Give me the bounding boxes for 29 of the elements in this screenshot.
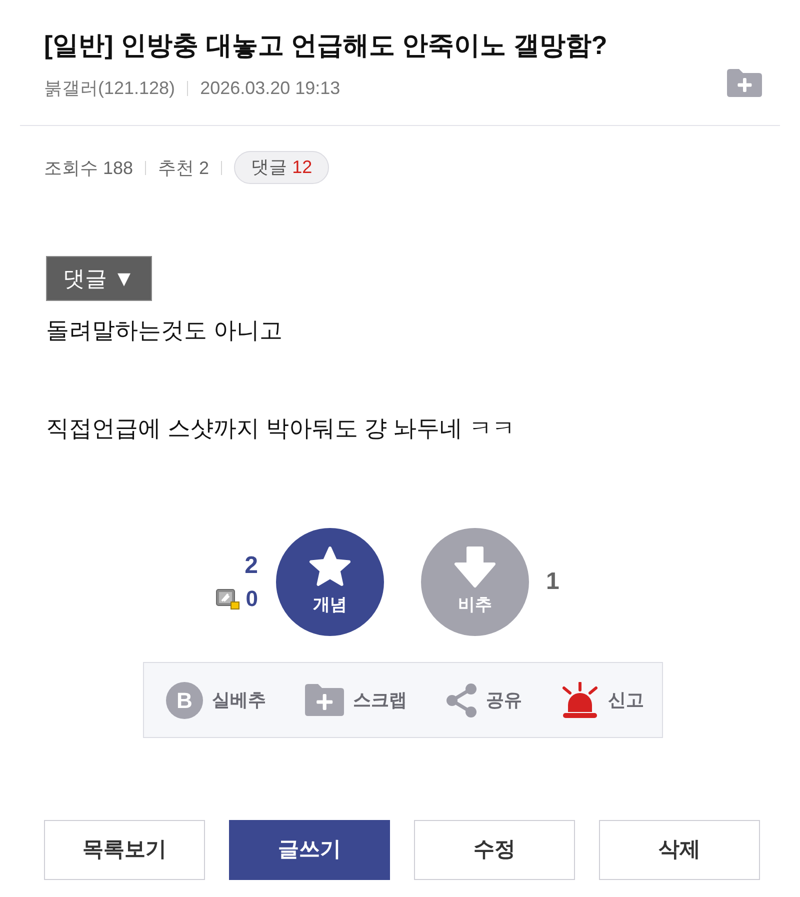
author-name: 붉갤러(121.128) (44, 77, 176, 100)
siren-icon (561, 682, 599, 718)
fixed-upvote-count: 0 (246, 585, 258, 613)
scrap-button[interactable]: 스크랩 (305, 684, 407, 716)
best-button[interactable]: B 실베추 (166, 682, 266, 718)
write-button[interactable]: 글쓰기 (229, 820, 390, 880)
body-text: 돌려말하는것도 아니고 (46, 316, 282, 345)
comment-toggle-button[interactable]: 댓글 ▼ (46, 256, 152, 301)
share-button[interactable]: 공유 (446, 682, 522, 718)
down-arrow-icon (454, 546, 496, 588)
action-button[interactable]: 목록보기 (44, 820, 205, 880)
share-icon (446, 682, 477, 718)
folder-plus-icon (305, 684, 344, 716)
upvote-count: 2 (244, 551, 258, 581)
action-button[interactable]: 삭제 (599, 820, 760, 880)
letter-b-icon: B (166, 682, 203, 718)
recommend-count: 추천 2 (158, 156, 210, 180)
body-text: 직접언급에 스샷까지 박아둬도 걍 놔두네 ㅋㅋ (46, 414, 515, 443)
view-count: 조회수 188 (44, 156, 134, 180)
report-button[interactable]: 신고 (561, 682, 644, 718)
star-icon (308, 546, 352, 588)
comment-count-button[interactable]: 댓글 12 (234, 151, 330, 184)
upvote-button[interactable]: 개념 (276, 528, 384, 636)
downvote-count: 1 (546, 567, 560, 597)
post-date: 2026.03.20 19:13 (200, 77, 340, 100)
folder-plus-icon[interactable] (727, 69, 762, 97)
post-title: [일반] 인방충 대놓고 언급해도 안죽이노 갤망함? (44, 29, 608, 62)
action-button[interactable]: 수정 (414, 820, 575, 880)
tile-icon (216, 588, 240, 610)
